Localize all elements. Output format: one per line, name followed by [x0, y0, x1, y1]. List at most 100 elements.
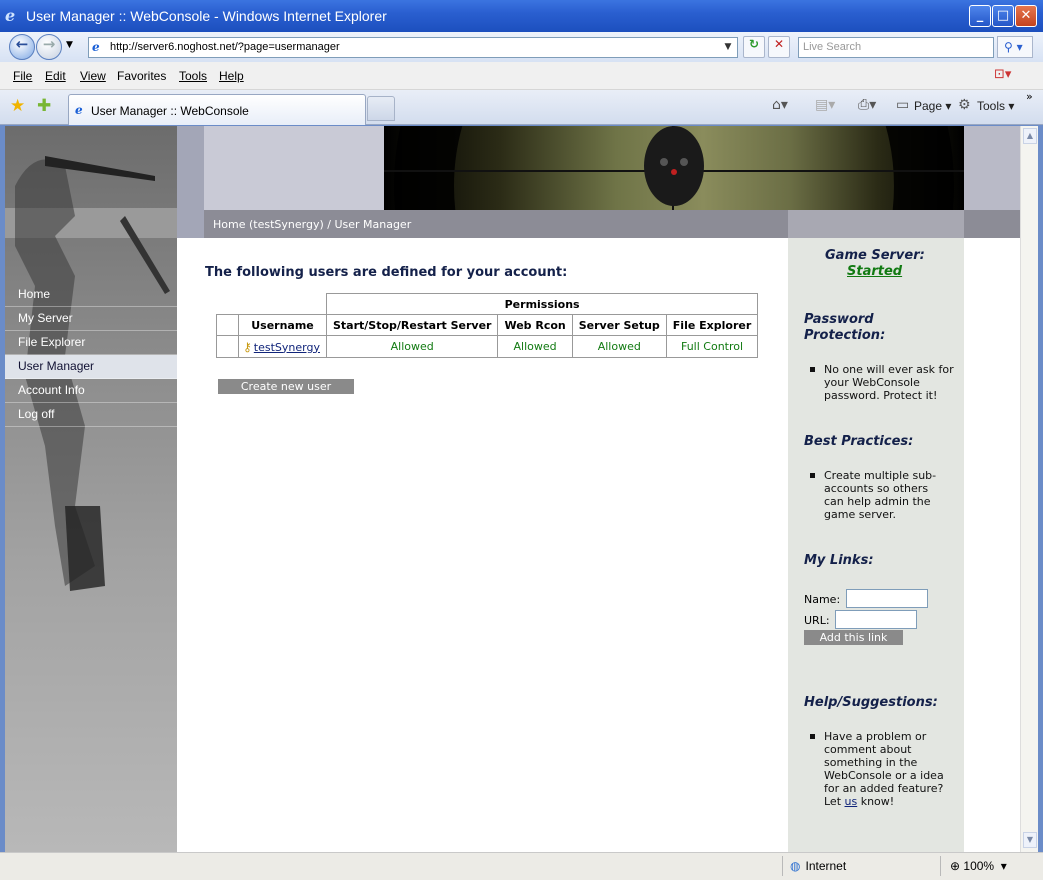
window-titlebar: e User Manager :: WebConsole - Windows I… — [0, 0, 1043, 32]
window-title: User Manager :: WebConsole - Windows Int… — [26, 8, 387, 24]
table-blank-header — [217, 294, 327, 315]
permissions-header: Permissions — [325, 293, 759, 315]
favorites-star-icon[interactable]: ★ — [10, 96, 25, 116]
username-cell: ⚷ testSynergy — [238, 335, 327, 358]
banner-graphic — [384, 126, 964, 210]
status-bar: ◍ Internet ⊕ 100% ▾ — [0, 852, 1043, 880]
sidebar-item-log-off[interactable]: Log off — [5, 403, 177, 427]
page-viewport: Home My Server File Explorer User Manage… — [5, 126, 1020, 852]
left-nav: Home My Server File Explorer User Manage… — [5, 283, 177, 427]
bullet-icon — [810, 734, 815, 739]
column-username: Username — [238, 314, 327, 336]
zoom-level[interactable]: ⊕ 100% ▾ — [950, 859, 1007, 873]
sidebar-item-account-info[interactable]: Account Info — [5, 379, 177, 403]
tab-page-icon: e — [75, 103, 83, 117]
url-label: URL: — [804, 614, 830, 627]
game-server-title: Game Server: — [825, 248, 925, 263]
search-input[interactable]: Live Search — [798, 37, 994, 58]
menu-help[interactable]: Help — [219, 69, 244, 83]
print-icon[interactable]: ⎙▾ — [858, 97, 876, 113]
key-icon: ⚷ — [243, 339, 252, 354]
server-setup-cell: Allowed — [571, 335, 667, 358]
zoom-icon: ⊕ — [950, 859, 961, 873]
refresh-button[interactable]: ↻ — [743, 36, 765, 58]
table-row: ⚷ testSynergy Allowed Allowed Allowed Ful… — [216, 335, 759, 358]
menu-edit[interactable]: Edit — [45, 69, 66, 83]
forward-button[interactable]: → — [36, 34, 62, 60]
feeds-icon[interactable]: ▤▾ — [815, 97, 835, 113]
stop-button[interactable]: ✕ — [768, 36, 790, 58]
link-url-input[interactable] — [835, 610, 917, 629]
link-name-input[interactable] — [846, 589, 928, 608]
back-button[interactable]: ← — [9, 34, 35, 60]
users-table: Permissions Username Start/Stop/Restart … — [216, 293, 759, 358]
minimize-button[interactable]: _ — [969, 5, 991, 27]
tab-user-manager[interactable]: e User Manager :: WebConsole — [68, 94, 366, 125]
new-tab-button[interactable] — [367, 96, 395, 121]
menu-view[interactable]: View — [80, 69, 106, 83]
right-margin — [964, 238, 1020, 852]
security-zone: ◍ Internet — [790, 859, 847, 873]
address-url: http://server6.noghost.net/?page=userman… — [110, 41, 340, 53]
breadcrumb-right-block — [788, 210, 964, 238]
column-web-rcon: Web Rcon — [497, 314, 573, 336]
sidebar-item-my-server[interactable]: My Server — [5, 307, 177, 331]
page-icon-cmd: ▭ — [896, 97, 910, 113]
row-icon-cell — [216, 335, 239, 358]
right-panel: Game Server: Started Password Protection… — [788, 238, 964, 852]
close-button[interactable]: ✕ — [1015, 5, 1037, 27]
page-icon: e — [92, 40, 100, 54]
table-icon-column — [216, 314, 239, 336]
game-server-status[interactable]: Started — [847, 264, 902, 279]
home-icon[interactable]: ⌂▾ — [772, 97, 788, 113]
breadcrumb-bar: Home (testSynergy) / User Manager — [204, 210, 788, 238]
start-stop-cell: Allowed — [325, 335, 499, 358]
best-practices-title: Best Practices: — [804, 434, 914, 449]
internet-explorer-icon: e — [5, 6, 16, 25]
column-file-explorer: File Explorer — [665, 314, 759, 336]
status-separator — [940, 856, 941, 876]
file-explorer-cell: Full Control — [665, 335, 759, 358]
sidebar-item-file-explorer[interactable]: File Explorer — [5, 331, 177, 355]
sidebar-item-home[interactable]: Home — [5, 283, 177, 307]
recent-pages-dropdown-icon[interactable]: ▼ — [66, 40, 73, 50]
us-link[interactable]: us — [845, 795, 858, 808]
vertical-scrollbar[interactable]: ▲ ▼ — [1020, 126, 1038, 852]
menu-file[interactable]: File — [13, 69, 32, 83]
header-light-block — [204, 126, 384, 210]
web-rcon-cell: Allowed — [497, 335, 573, 358]
best-practices-text: Create multiple sub-accounts so others c… — [810, 469, 949, 521]
chevron-more-icon[interactable]: » — [1026, 90, 1033, 103]
create-new-user-button[interactable]: Create new user — [218, 379, 354, 394]
tools-menu-button[interactable]: Tools ▾ — [977, 99, 1014, 113]
password-text: No one will ever ask for your WebConsole… — [810, 363, 974, 402]
header-right-block — [964, 126, 1020, 210]
menu-favorites[interactable]: Favorites — [117, 69, 166, 83]
column-server-setup: Server Setup — [571, 314, 667, 336]
tab-bar: ★ ✚ e User Manager :: WebConsole ⌂▾ ▤▾ ⎙… — [0, 90, 1043, 125]
address-dropdown-icon[interactable]: ▼ — [721, 40, 735, 55]
tab-label: User Manager :: WebConsole — [91, 104, 249, 118]
scroll-up-icon[interactable]: ▲ — [1023, 128, 1037, 144]
sidebar-item-user-manager[interactable]: User Manager — [5, 355, 177, 379]
menu-tools[interactable]: Tools — [179, 69, 207, 83]
bullet-icon — [810, 367, 815, 372]
search-button[interactable]: ⚲ ▾ — [997, 36, 1033, 58]
users-heading: The following users are defined for your… — [205, 265, 568, 280]
research-icon[interactable]: ⊡▾ — [994, 67, 1011, 82]
scroll-down-icon[interactable]: ▼ — [1023, 832, 1037, 848]
address-bar[interactable]: e http://server6.noghost.net/?page=userm… — [88, 37, 738, 58]
add-favorites-icon[interactable]: ✚ — [37, 96, 51, 116]
globe-icon: ◍ — [790, 859, 801, 873]
column-start-stop: Start/Stop/Restart Server — [325, 314, 499, 336]
header-banner-image — [384, 126, 964, 210]
user-link[interactable]: testSynergy — [254, 341, 320, 354]
my-links-title: My Links: — [804, 553, 874, 568]
add-link-button[interactable]: Add this link — [804, 630, 903, 645]
status-separator — [782, 856, 783, 876]
page-menu-button[interactable]: Page ▾ — [914, 99, 951, 113]
breadcrumb-far-right-block — [964, 210, 1020, 238]
help-title: Help/Suggestions: — [804, 695, 938, 710]
menu-bar: File Edit View Favorites Tools Help ⊡▾ — [0, 62, 1043, 90]
maximize-button[interactable]: □ — [992, 5, 1014, 27]
